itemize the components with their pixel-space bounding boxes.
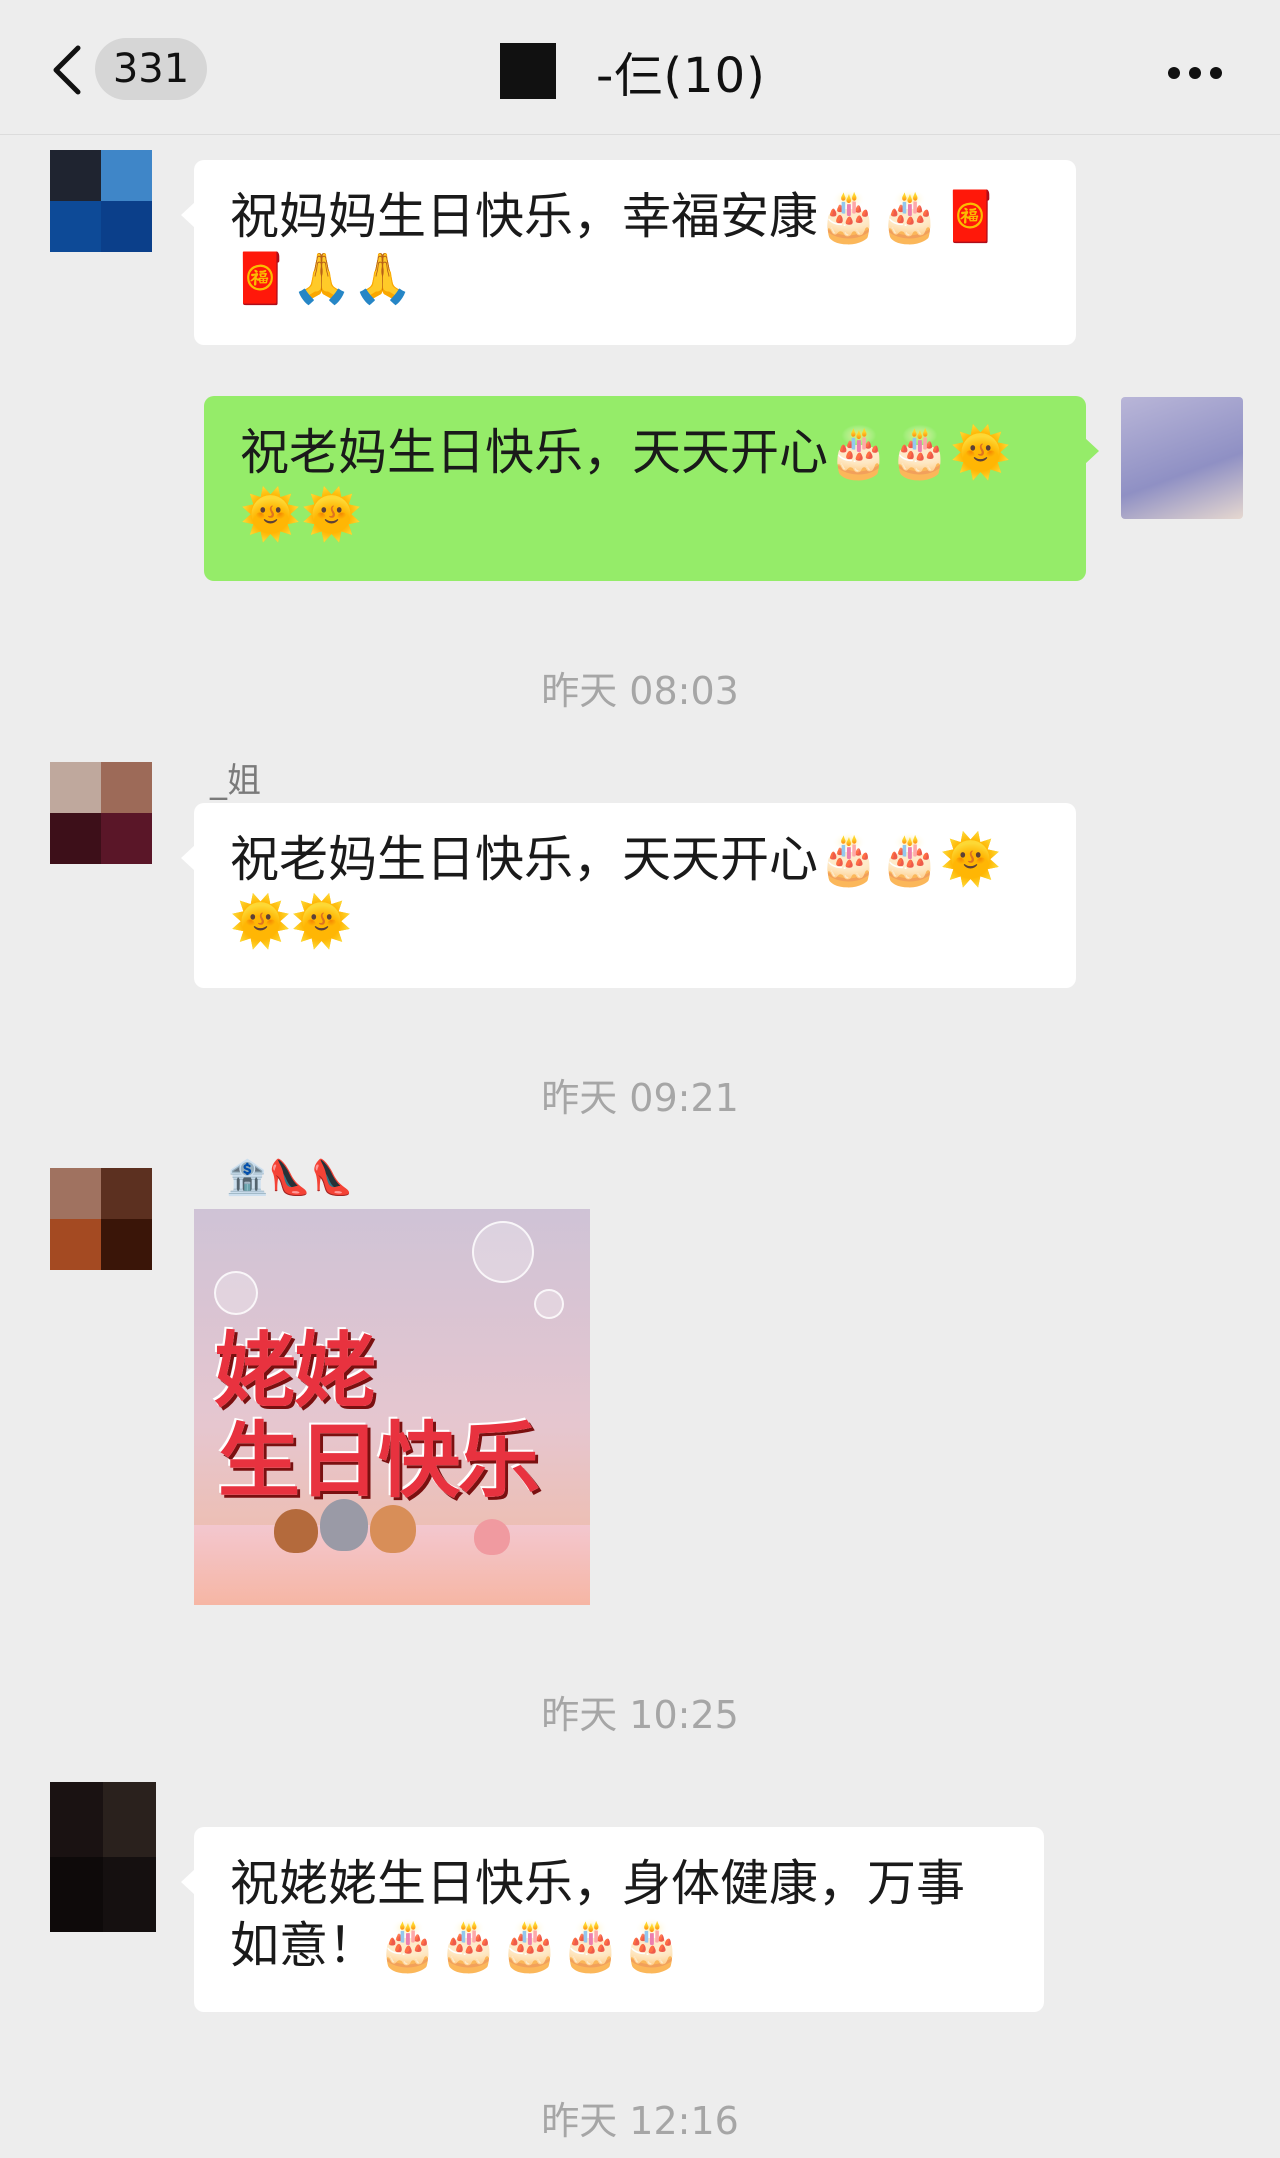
timestamp: 昨天 08:03 [541,669,739,713]
back-button[interactable] [40,40,100,100]
bubble-tail [181,202,195,228]
unread-count-badge[interactable]: 331 [95,38,207,100]
timestamp: 昨天 10:25 [541,1693,739,1737]
sticker-bear [320,1499,368,1551]
bubble-tail [1085,438,1099,464]
avatar[interactable] [50,1168,152,1270]
sender-name: 🏦👠👠 [226,1158,354,1198]
chat-title-text: -仨(10) [596,48,766,104]
message-bubble[interactable]: 祝妈妈生日快乐，幸福安康🎂🎂🧧🧧🙏🙏 [181,160,1076,345]
sticker-image[interactable]: 姥姥 生日快乐 [194,1209,590,1605]
timestamp: 昨天 09:21 [541,1076,739,1120]
sticker-bubble [472,1221,534,1283]
message-text: 祝妈妈生日快乐，幸福安康🎂🎂🧧🧧🙏🙏 [230,188,1002,307]
sticker-bear [370,1505,416,1553]
bubble-tail [181,1869,195,1895]
chevron-left-icon [53,45,81,95]
chat-header: 331 -仨(10) [0,0,1280,135]
more-icon-dot [1168,67,1180,79]
sticker-rose [474,1519,510,1555]
message-bubble-mine[interactable]: 祝老妈生日快乐，天天开心🎂🎂🌞🌞🌞 [204,396,1099,581]
avatar[interactable] [50,150,152,252]
title-redaction-block [500,43,556,99]
sticker-text: 生日快乐 [218,1414,540,1509]
chat-title[interactable]: -仨(10) [500,36,766,106]
message-text: 祝姥姥生日快乐，身体健康，万事如意！🎂🎂🎂🎂🎂 [230,1855,966,1974]
bubble-tail [181,845,195,871]
message-bubble[interactable]: 祝老妈生日快乐，天天开心🎂🎂🌞🌞🌞 [181,803,1076,988]
sticker-bear [274,1509,318,1553]
avatar[interactable] [50,762,152,864]
sender-name: _姐 [210,761,261,801]
message-bubble[interactable]: 祝姥姥生日快乐，身体健康，万事如意！🎂🎂🎂🎂🎂 [181,1827,1044,2012]
avatar[interactable] [50,1782,156,1932]
more-icon-dot [1210,67,1222,79]
message-text: 祝老妈生日快乐，天天开心🎂🎂🌞🌞🌞 [230,831,1002,950]
my-avatar[interactable] [1121,397,1243,519]
more-icon-dot [1189,67,1201,79]
timestamp: 昨天 12:16 [541,2099,739,2143]
more-options-button[interactable] [1160,40,1230,100]
message-text: 祝老妈生日快乐，天天开心🎂🎂🌞🌞🌞 [240,424,1012,543]
